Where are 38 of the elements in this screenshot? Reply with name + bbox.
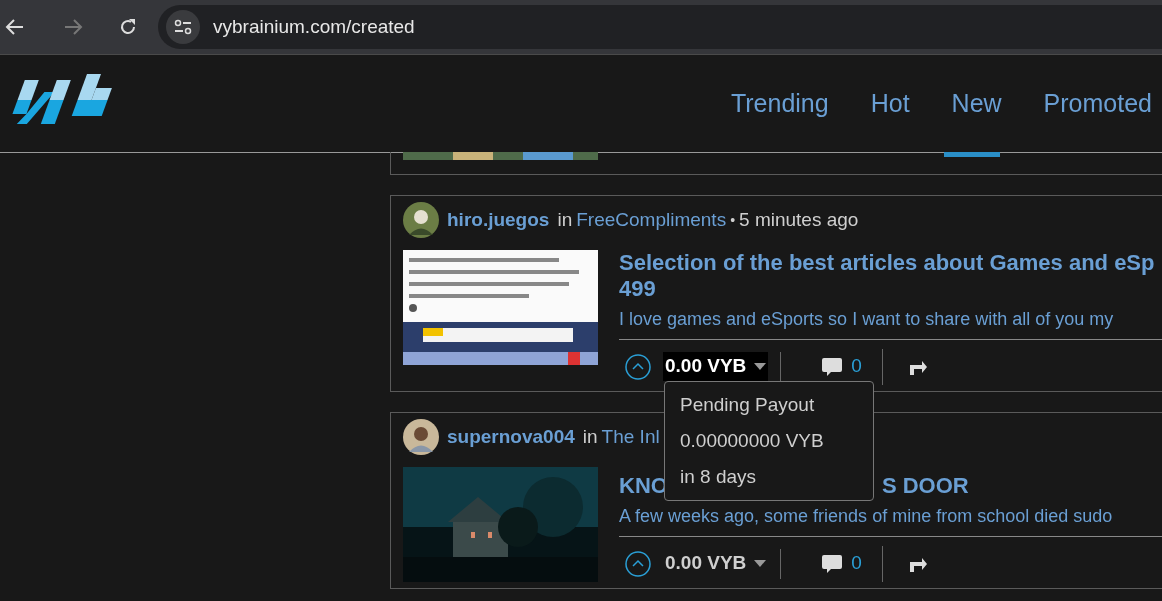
active-indicator (944, 152, 1000, 157)
avatar-icon[interactable] (403, 419, 439, 455)
comment-count[interactable]: 0 (851, 352, 862, 381)
comment-icon[interactable] (821, 552, 844, 575)
comment-count[interactable]: 0 (851, 549, 862, 578)
payout-dropdown[interactable]: 0.00 VYB (663, 549, 769, 578)
post-age: 5 minutes ago (739, 207, 859, 232)
caret-icon (754, 362, 767, 371)
author-link[interactable]: supernova004 (447, 422, 575, 452)
forward-icon[interactable] (63, 17, 83, 37)
nav-tab[interactable]: Hot (870, 84, 910, 123)
address-bar[interactable]: vybrainium.com/created (158, 5, 1162, 49)
payout-dropdown[interactable]: 0.00 VYB (663, 352, 769, 381)
tooltip-amount: 0.00000000 VYB (680, 429, 825, 453)
in-label: in (557, 207, 573, 232)
reload-icon[interactable] (118, 17, 138, 37)
community-link[interactable]: The Inl (601, 422, 660, 452)
url-text: vybrainium.com/created (213, 14, 415, 39)
site-settings-icon[interactable] (173, 19, 193, 35)
caret-icon (754, 559, 767, 568)
in-label: in (582, 424, 598, 449)
back-icon[interactable] (5, 17, 25, 37)
tooltip-title: Pending Payout (680, 393, 816, 417)
post-excerpt[interactable]: A few weeks ago, some friends of mine from school died sudo (619, 503, 1162, 530)
separator-dot: • (730, 210, 736, 230)
upvote-icon[interactable] (625, 550, 651, 577)
comment-icon[interactable] (821, 355, 844, 378)
tooltip-time: in 8 days (680, 465, 758, 489)
nav-tab[interactable]: New (951, 84, 1002, 123)
author-link[interactable]: hiro.juegos (447, 205, 550, 235)
avatar-icon[interactable] (403, 202, 439, 238)
community-link[interactable]: FreeCompliments (576, 205, 727, 235)
post-excerpt[interactable]: I love games and eSports so I want to share with all of you my (619, 306, 1162, 333)
post-title[interactable]: Selection of the best articles about Games and eSp 499 (619, 250, 1162, 302)
nav-tab[interactable]: Promoted (1043, 84, 1152, 123)
nav-tab[interactable]: Trending (730, 84, 829, 123)
upvote-icon[interactable] (625, 353, 651, 380)
post-title[interactable]: S DOOR (881, 473, 969, 499)
